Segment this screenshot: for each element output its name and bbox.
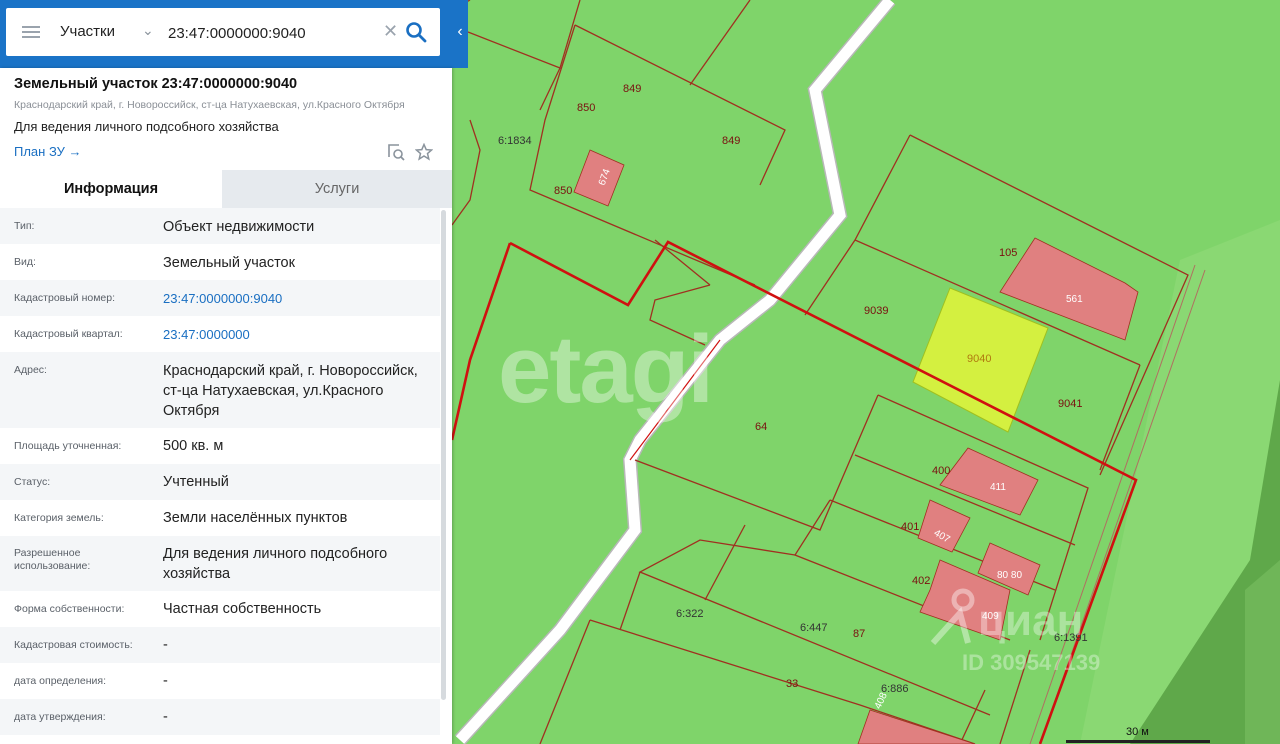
row-key: Кадастровый квартал: bbox=[14, 328, 123, 340]
cian-id: ID 309547139 bbox=[962, 650, 1101, 675]
row-value: Учтенный bbox=[163, 474, 229, 490]
clear-icon[interactable]: ✕ bbox=[383, 21, 398, 42]
tab-info[interactable]: Информация bbox=[0, 170, 222, 208]
parcel-label: 87 bbox=[853, 628, 865, 640]
row-key: дата определения: bbox=[14, 675, 107, 687]
table-row: Разрешенное использование: Для ведения л… bbox=[0, 536, 440, 591]
table-row: Вид: Земельный участок bbox=[0, 244, 440, 280]
cian-watermark: циан ID 309547139 bbox=[928, 588, 1158, 678]
row-value: Для ведения личного подсобного хозяйства bbox=[163, 546, 388, 582]
parcel-label: 850 bbox=[577, 102, 595, 114]
tab-services[interactable]: Услуги bbox=[222, 170, 452, 208]
table-row: Тип: Объект недвижимости bbox=[0, 208, 440, 244]
parcel-label: 411 bbox=[990, 482, 1006, 493]
etagi-watermark: etagi bbox=[498, 316, 714, 423]
table-row: Форма собственности: Частная собственнос… bbox=[0, 591, 440, 627]
parcel-label: 33 bbox=[786, 678, 798, 690]
row-key: Категория земель: bbox=[14, 512, 104, 524]
row-key: Статус: bbox=[14, 476, 51, 488]
scale-label: 30 м bbox=[1126, 726, 1149, 738]
search-icon[interactable] bbox=[404, 20, 428, 44]
menu-icon[interactable] bbox=[22, 26, 40, 38]
table-row: Адрес: Краснодарский край, г. Новороссий… bbox=[0, 352, 440, 428]
plan-link[interactable]: План ЗУ → bbox=[14, 144, 82, 159]
row-key: Разрешенное использование: bbox=[14, 547, 91, 572]
row-value: - bbox=[163, 709, 168, 725]
row-key: Адрес: bbox=[14, 364, 47, 376]
table-row: Кадастровый номер: 23:47:0000000:9040 bbox=[0, 280, 440, 316]
search-bar: Участки ⌄ ✕ ‹ bbox=[0, 0, 468, 68]
parcel-label: 401 bbox=[901, 521, 919, 533]
row-value: Частная собственность bbox=[163, 601, 322, 617]
table-row: Кадастровый квартал: 23:47:0000000 bbox=[0, 316, 440, 352]
parcel-label: 850 bbox=[554, 185, 572, 197]
parcel-label: 6:447 bbox=[800, 622, 828, 634]
star-icon[interactable] bbox=[415, 143, 433, 161]
table-row: Кадастровая стоимость: - bbox=[0, 627, 440, 663]
table-row: Категория земель: Земли населённых пункт… bbox=[0, 500, 440, 536]
parcel-label: 9039 bbox=[864, 305, 888, 317]
table-row: Статус: Учтенный bbox=[0, 464, 440, 500]
parcel-label: 80 80 bbox=[997, 570, 1022, 581]
map-area-forest-edge bbox=[1245, 560, 1280, 744]
row-key: Кадастровый номер: bbox=[14, 292, 116, 304]
cadastral-quarter-link[interactable]: 23:47:0000000 bbox=[163, 325, 435, 345]
row-value: 500 кв. м bbox=[163, 438, 224, 454]
cadastral-number-link[interactable]: 23:47:0000000:9040 bbox=[163, 289, 435, 309]
attributes-table: Тип: Объект недвижимости Вид: Земельный … bbox=[0, 208, 440, 744]
cian-logo-icon bbox=[930, 588, 975, 646]
table-row: дата определения: - bbox=[0, 663, 440, 699]
row-value: Краснодарский край, г. Новороссийск, ст-… bbox=[163, 363, 418, 419]
parcel-label: 400 bbox=[932, 465, 950, 477]
parcel-label: 402 bbox=[912, 575, 930, 587]
row-value: - bbox=[163, 637, 168, 653]
object-title: Земельный участок 23:47:0000000:9040 bbox=[14, 76, 298, 92]
row-key: Кадастровая стоимость: bbox=[14, 639, 133, 651]
row-key: Тип: bbox=[14, 220, 35, 232]
row-key: Площадь уточненная: bbox=[14, 440, 122, 452]
parcel-label: 6:1834 bbox=[498, 135, 532, 147]
collapse-panel-icon[interactable]: ‹ bbox=[452, 18, 468, 46]
row-value: Земельный участок bbox=[163, 255, 295, 271]
parcel-label: 6:886 bbox=[881, 683, 909, 695]
object-purpose: Для ведения личного подсобного хозяйства bbox=[14, 119, 279, 134]
object-address: Краснодарский край, г. Новороссийск, ст-… bbox=[14, 99, 405, 111]
object-header: Земельный участок 23:47:0000000:9040 Кра… bbox=[0, 68, 452, 170]
search-input[interactable] bbox=[166, 18, 380, 48]
row-key: дата утверждения: bbox=[14, 711, 106, 723]
layer-select[interactable]: Участки bbox=[60, 23, 115, 40]
parcel-label: 105 bbox=[999, 247, 1017, 259]
row-value: - bbox=[163, 673, 168, 689]
parcel-label: 849 bbox=[623, 83, 641, 95]
row-key: Вид: bbox=[14, 256, 36, 268]
row-key: Форма собственности: bbox=[14, 603, 125, 615]
parcel-label: 561 bbox=[1066, 294, 1083, 305]
map-scale: 30 м bbox=[1066, 726, 1216, 744]
row-value: Объект недвижимости bbox=[163, 219, 315, 235]
table-row: Площадь уточненная: 500 кв. м bbox=[0, 428, 440, 464]
parcel-label: 849 bbox=[722, 135, 740, 147]
table-row: дата утверждения: - bbox=[0, 699, 440, 735]
scale-bar bbox=[1066, 740, 1210, 743]
chevron-down-icon[interactable]: ⌄ bbox=[142, 22, 154, 39]
search-box: Участки ⌄ ✕ bbox=[6, 8, 440, 56]
zoom-to-object-icon[interactable] bbox=[387, 143, 405, 161]
parcel-label: 9040 bbox=[967, 353, 991, 365]
cian-brand: циан bbox=[978, 596, 1084, 645]
parcel-label: 64 bbox=[755, 421, 767, 433]
panel-tabs: Информация Услуги bbox=[0, 170, 452, 208]
panel-scrollbar[interactable] bbox=[441, 210, 446, 700]
parcel-label: 6:322 bbox=[676, 608, 704, 620]
row-value: Земли населённых пунктов bbox=[163, 510, 348, 526]
parcel-label: 9041 bbox=[1058, 398, 1082, 410]
